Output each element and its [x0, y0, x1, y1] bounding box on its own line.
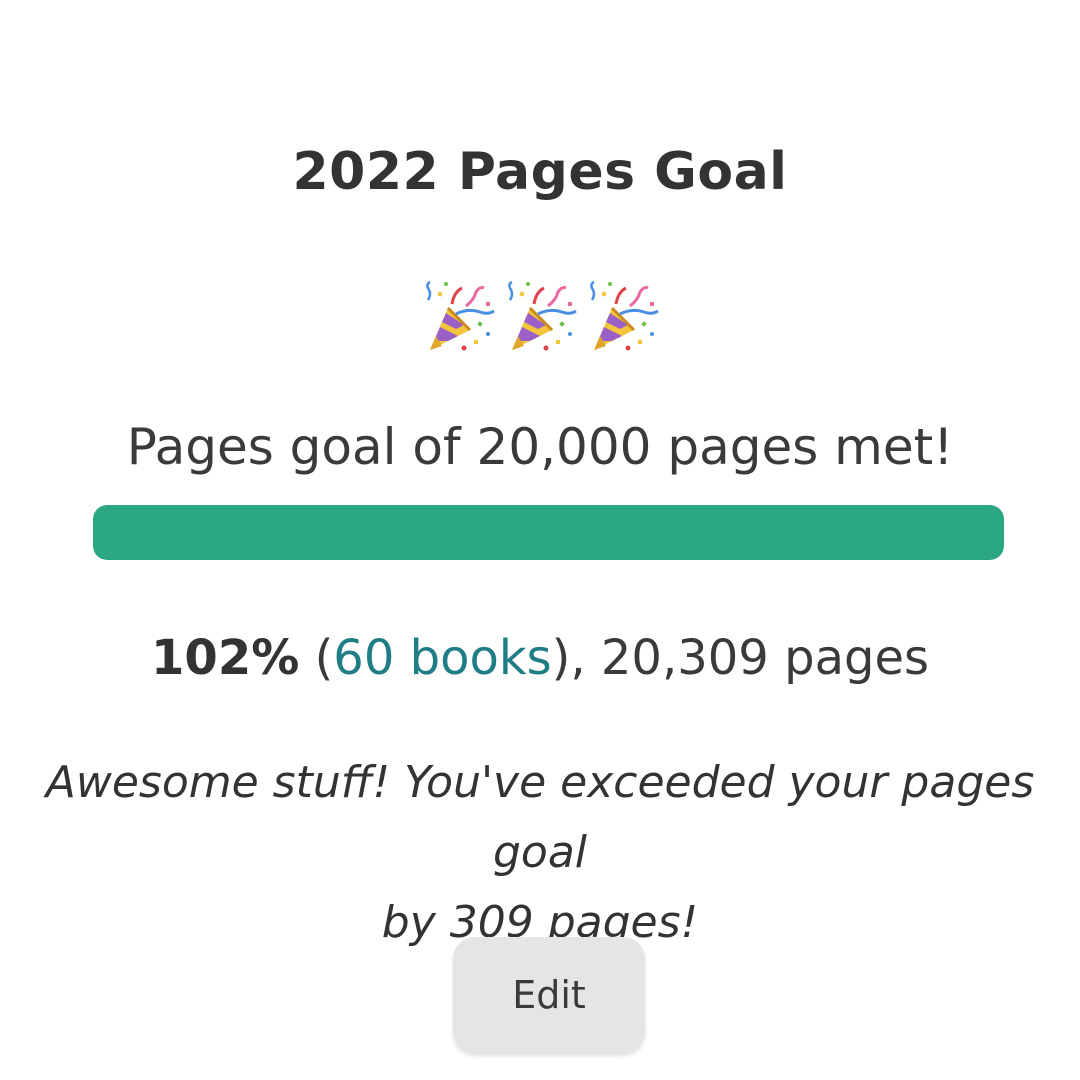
books-count-link[interactable]: 60 books	[333, 630, 551, 686]
goal-status-text: Pages goal of 20,000 pages met!	[126, 418, 954, 476]
party-popper-icon	[590, 280, 659, 351]
goal-message: Awesome stuff! You've exceeded your page…	[10, 748, 1070, 958]
edit-goal-button[interactable]: Edit	[453, 937, 645, 1053]
goal-message-line-1: Awesome stuff! You've exceeded your page…	[45, 757, 1035, 878]
stats-open-paren: (	[299, 630, 334, 686]
goal-title: 2022 Pages Goal	[292, 142, 788, 202]
goal-stats: 102% (60 books), 20,309 pages	[0, 630, 1080, 686]
party-popper-icon	[508, 280, 577, 351]
reading-goal-card: 2022 Pages Goal Pages goal of 20,000 pag…	[0, 0, 1080, 1080]
party-popper-icon	[426, 280, 495, 351]
goal-percent: 102%	[151, 630, 300, 686]
goal-progress-bar	[93, 505, 1004, 560]
celebration-icons	[0, 278, 1080, 360]
stats-pages-total: ), 20,309 pages	[551, 630, 929, 686]
goal-progress-fill	[93, 505, 1004, 560]
